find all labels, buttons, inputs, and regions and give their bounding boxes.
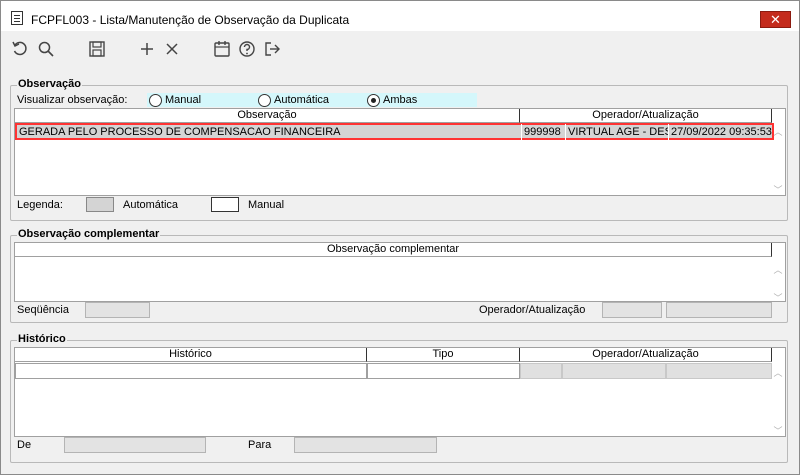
visualizar-label: Visualizar observação: <box>17 94 128 106</box>
radio-manual[interactable]: Manual <box>149 93 201 107</box>
add-icon[interactable] <box>138 40 156 58</box>
legenda-auto-label: Automática <box>123 199 179 211</box>
search-icon[interactable] <box>37 40 55 58</box>
operador-data-field[interactable] <box>666 302 772 318</box>
refresh-icon[interactable] <box>11 40 29 58</box>
tipo-cell[interactable] <box>367 363 520 379</box>
toolbar <box>1 31 799 67</box>
scroll-up-icon[interactable]: ︿ <box>773 366 783 379</box>
row-data: 27/09/2022 09:35:53 <box>668 124 772 140</box>
row-operador: VIRTUAL AGE - DESE <box>565 124 668 140</box>
radio-automatica-dot <box>258 93 271 107</box>
observacao-group-title: Observação <box>17 78 82 90</box>
col-header-operador[interactable]: Operador/Atualização <box>520 109 772 123</box>
exit-icon[interactable] <box>263 40 281 58</box>
row-codigo: 999998 <box>521 124 565 140</box>
hist-data-cell[interactable] <box>666 363 772 379</box>
observacao-grid[interactable]: Observação Operador/Atualização GERADA P… <box>14 108 786 196</box>
calendar-icon[interactable] <box>213 40 231 58</box>
historico-grid[interactable]: Histórico Tipo Operador/Atualização ︿ ﹀ <box>14 347 786 437</box>
radio-automatica-label: Automática <box>274 94 330 106</box>
para-label: Para <box>248 439 272 451</box>
scroll-up-icon[interactable]: ︿ <box>773 125 783 138</box>
legenda-auto-swatch <box>86 197 114 212</box>
complementar-grid[interactable]: Observação complementar ︿ ﹀ <box>14 242 786 304</box>
legenda-manual-swatch <box>211 197 239 212</box>
radio-ambas-dot <box>367 93 380 107</box>
sequencia-field[interactable] <box>85 302 150 318</box>
scroll-down-icon[interactable]: ﹀ <box>773 183 783 196</box>
hist-operador-cell[interactable] <box>562 363 666 379</box>
help-icon[interactable] <box>238 40 256 58</box>
para-field[interactable] <box>294 437 437 453</box>
col-header-hist-operador[interactable]: Operador/Atualização <box>520 348 772 362</box>
de-label: De <box>17 439 32 451</box>
col-header-observacao[interactable]: Observação <box>15 109 520 123</box>
radio-ambas-label: Ambas <box>383 94 418 106</box>
delete-icon[interactable] <box>163 40 181 58</box>
title-bar: FCPFL003 - Lista/Manutenção de Observaçã… <box>1 1 799 31</box>
table-row[interactable]: GERADA PELO PROCESSO DE COMPENSACAO FINA… <box>15 123 774 140</box>
radio-ambas[interactable]: Ambas <box>367 93 417 107</box>
col-header-tipo[interactable]: Tipo <box>367 348 520 362</box>
complementar-group-title: Observação complementar <box>17 228 161 240</box>
historico-cell[interactable] <box>15 363 367 379</box>
window-title: FCPFL003 - Lista/Manutenção de Observaçã… <box>31 13 350 27</box>
operador-codigo-field[interactable] <box>602 302 662 318</box>
radio-automatica[interactable]: Automática <box>258 93 329 107</box>
col-header-complementar[interactable]: Observação complementar <box>15 243 772 257</box>
legenda-manual-label: Manual <box>248 199 285 211</box>
radio-manual-label: Manual <box>165 94 202 106</box>
scroll-up-icon[interactable]: ︿ <box>773 263 783 276</box>
col-header-historico[interactable]: Histórico <box>15 348 367 362</box>
historico-group-title: Histórico <box>17 333 67 345</box>
document-icon <box>11 11 23 25</box>
main-window: FCPFL003 - Lista/Manutenção de Observaçã… <box>0 0 800 475</box>
de-field[interactable] <box>64 437 206 453</box>
row-observacao: GERADA PELO PROCESSO DE COMPENSACAO FINA… <box>19 126 341 138</box>
legenda-label: Legenda: <box>17 199 63 211</box>
scroll-down-icon[interactable]: ﹀ <box>773 291 783 304</box>
operador-label: Operador/Atualização <box>479 304 586 316</box>
close-button[interactable]: ✕ <box>760 11 791 28</box>
save-icon[interactable] <box>88 40 106 58</box>
hist-codigo-cell[interactable] <box>520 363 562 379</box>
sequencia-label: Seqüência <box>17 304 69 316</box>
radio-manual-dot <box>149 93 162 107</box>
scroll-down-icon[interactable]: ﹀ <box>773 424 783 437</box>
